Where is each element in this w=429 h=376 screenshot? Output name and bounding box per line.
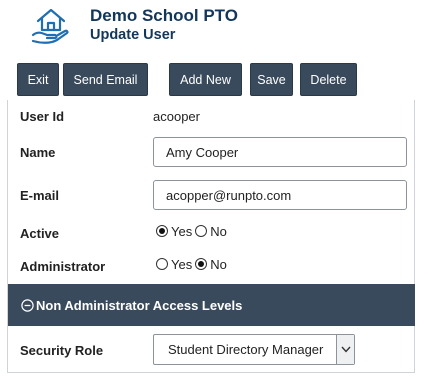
add-new-button[interactable]: Add New (169, 63, 242, 96)
app-title: Demo School PTO (90, 6, 238, 25)
email-label: E-mail (20, 188, 60, 203)
administrator-label: Administrator (20, 259, 106, 274)
admin-yes-radio[interactable] (156, 258, 168, 270)
active-no-label: No (210, 223, 227, 239)
exit-button[interactable]: Exit (17, 63, 59, 96)
user-id-label: User Id (20, 109, 65, 124)
admin-no-label: No (210, 256, 227, 272)
app-header: Demo School PTO Update User (0, 0, 429, 56)
security-role-label: Security Role (20, 343, 104, 358)
user-form: User Id acooper Name Amy Cooper E-mail a… (7, 100, 415, 373)
access-levels-title: Non Administrator Access Levels (36, 297, 243, 313)
user-id-value: acooper (153, 109, 200, 124)
security-role-select[interactable]: Student Directory Manager (153, 334, 355, 365)
administrator-radio-group: Yes No (156, 256, 230, 272)
admin-yes-option[interactable]: Yes (156, 257, 192, 272)
admin-no-radio[interactable] (195, 258, 208, 270)
page-title: Update User (90, 27, 176, 43)
save-button[interactable]: Save (250, 63, 293, 96)
admin-yes-label: Yes (171, 256, 193, 272)
access-levels-section-header[interactable]: Non Administrator Access Levels (8, 284, 415, 326)
email-field[interactable]: acopper@runpto.com (153, 180, 407, 210)
admin-no-option[interactable]: No (195, 257, 227, 272)
active-radio-group: Yes No (156, 223, 230, 239)
active-yes-label: Yes (171, 223, 193, 239)
active-label: Active (20, 226, 60, 241)
house-hand-icon (31, 8, 69, 44)
active-no-radio[interactable] (195, 225, 208, 237)
active-yes-radio[interactable] (156, 225, 168, 237)
active-no-option[interactable]: No (195, 224, 227, 239)
name-field[interactable]: Amy Cooper (153, 137, 407, 167)
delete-button[interactable]: Delete (300, 63, 357, 96)
security-role-value: Student Directory Manager (168, 342, 324, 357)
toolbar: Exit Send Email Add New Save Delete (0, 63, 429, 97)
minus-circle-icon[interactable] (21, 298, 34, 312)
send-email-button[interactable]: Send Email (63, 63, 148, 96)
chevron-down-icon[interactable] (336, 335, 354, 364)
active-yes-option[interactable]: Yes (156, 224, 192, 239)
name-label: Name (20, 145, 56, 160)
